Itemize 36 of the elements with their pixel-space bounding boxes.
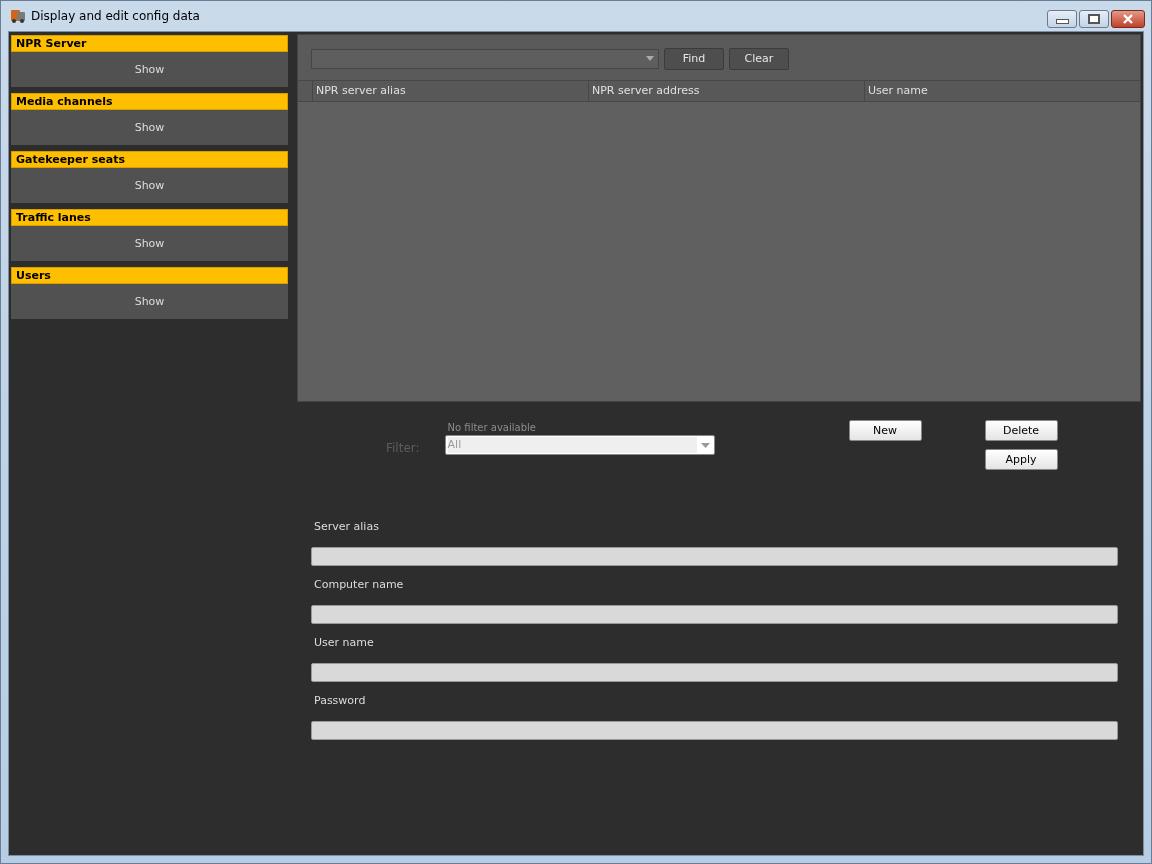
dropdown-icon bbox=[700, 442, 710, 448]
section-header: Users bbox=[11, 267, 288, 284]
show-button[interactable]: Show bbox=[11, 52, 288, 87]
close-icon bbox=[1122, 14, 1134, 24]
dropdown-icon bbox=[646, 56, 654, 61]
section-header: Gatekeeper seats bbox=[11, 151, 288, 168]
column-header[interactable]: User name bbox=[865, 81, 1140, 101]
field-label: Server alias bbox=[314, 520, 380, 533]
field-label: User name bbox=[314, 636, 375, 649]
apply-button[interactable]: Apply bbox=[984, 449, 1058, 470]
input-field[interactable] bbox=[311, 605, 1118, 624]
column-header[interactable]: NPR server address bbox=[589, 81, 865, 101]
section-header: NPR Server bbox=[11, 35, 288, 52]
search-combo[interactable] bbox=[311, 48, 659, 69]
new-button[interactable]: New bbox=[848, 420, 922, 441]
window-title: Display and edit config data bbox=[31, 9, 200, 23]
show-button[interactable]: Show bbox=[11, 226, 288, 261]
show-button[interactable]: Show bbox=[11, 168, 288, 203]
close-button[interactable] bbox=[1111, 10, 1145, 28]
find-button[interactable]: Find bbox=[664, 47, 724, 70]
filter-hint: No filter available bbox=[447, 422, 537, 433]
section-header: Media channels bbox=[11, 93, 288, 110]
show-button[interactable]: Show bbox=[11, 284, 288, 319]
maximize-button[interactable] bbox=[1079, 10, 1109, 28]
input-field[interactable] bbox=[311, 547, 1118, 566]
input-field[interactable] bbox=[311, 721, 1118, 740]
clear-button[interactable]: Clear bbox=[729, 47, 789, 70]
app-icon bbox=[10, 8, 26, 24]
input-field[interactable] bbox=[311, 663, 1118, 682]
section-header: Traffic lanes bbox=[11, 209, 288, 226]
field-label: Computer name bbox=[314, 578, 405, 591]
show-button[interactable]: Show bbox=[11, 110, 288, 145]
field-label: Password bbox=[314, 694, 367, 707]
minimize-button[interactable] bbox=[1047, 10, 1077, 28]
delete-button[interactable]: Delete bbox=[984, 420, 1058, 441]
column-header[interactable]: NPR server alias bbox=[313, 81, 589, 101]
